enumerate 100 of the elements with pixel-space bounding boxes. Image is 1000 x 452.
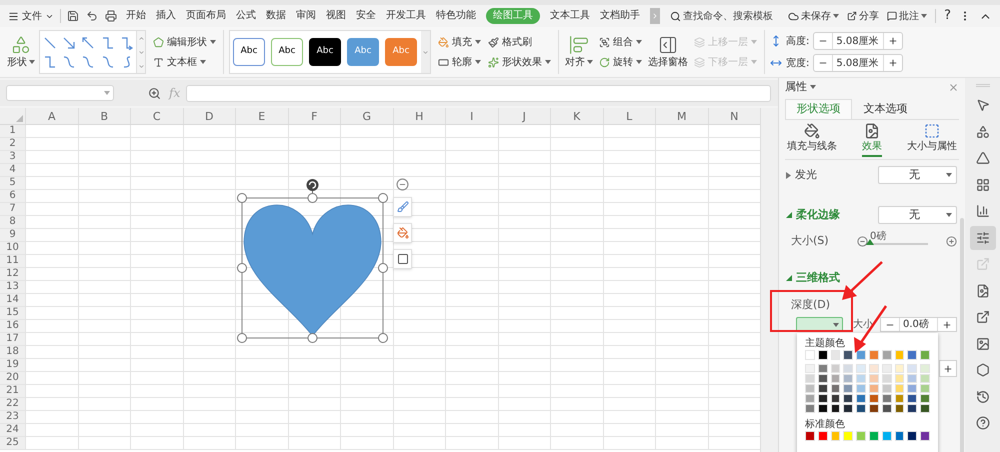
row-header[interactable]: 4 xyxy=(0,164,25,176)
color-swatch[interactable] xyxy=(818,394,828,403)
zoom-icon[interactable] xyxy=(148,86,161,100)
panel-subtab[interactable]: 填充与线条 xyxy=(787,123,837,157)
formula-field[interactable] xyxy=(186,84,772,102)
color-swatch[interactable] xyxy=(868,394,879,403)
dropdown[interactable]: 无 xyxy=(878,166,957,184)
connector-line-icon[interactable] xyxy=(100,54,115,68)
color-swatch[interactable] xyxy=(882,394,892,403)
color-swatch[interactable] xyxy=(882,404,892,413)
color-swatch[interactable] xyxy=(920,431,930,441)
menu-tab[interactable]: 绘图工具 xyxy=(486,8,540,24)
row-header[interactable]: 8 xyxy=(0,216,25,228)
triangle-icon[interactable] xyxy=(976,151,990,165)
shape-style-swatch[interactable]: Abc xyxy=(385,38,417,66)
resize-handle[interactable] xyxy=(308,333,318,343)
color-swatch[interactable] xyxy=(805,394,815,403)
format-painter-button[interactable]: 格式刷 xyxy=(486,34,553,50)
row-header[interactable]: 14 xyxy=(0,294,25,306)
menu-tab[interactable]: 审阅 xyxy=(296,8,316,24)
color-swatch[interactable] xyxy=(882,350,892,360)
color-swatch[interactable] xyxy=(920,394,930,403)
row-header[interactable]: 20 xyxy=(0,372,25,384)
resize-handle[interactable] xyxy=(237,263,247,273)
connector-gallery[interactable] xyxy=(39,30,146,74)
color-swatch[interactable] xyxy=(805,364,815,373)
panel-tab[interactable]: 文本选项 xyxy=(852,99,919,119)
color-swatch[interactable] xyxy=(856,431,866,441)
color-swatch[interactable] xyxy=(830,374,840,383)
comment-button[interactable]: 批注 xyxy=(887,8,928,24)
color-swatch[interactable] xyxy=(868,404,879,413)
column-header[interactable]: J xyxy=(498,108,550,124)
grid-icon[interactable] xyxy=(976,178,990,192)
color-swatch[interactable] xyxy=(818,350,828,360)
column-header[interactable]: A xyxy=(25,108,78,124)
color-swatch[interactable] xyxy=(868,384,879,393)
column-header[interactable]: F xyxy=(288,108,340,124)
size-value[interactable]: 5.08厘米 xyxy=(832,55,884,71)
section-title[interactable]: 发光 xyxy=(795,166,817,184)
section-title[interactable]: 三维格式 xyxy=(796,270,840,286)
color-swatch[interactable] xyxy=(805,350,815,360)
connector-line-icon[interactable] xyxy=(62,54,76,68)
plus-icon[interactable] xyxy=(942,320,952,330)
color-swatch[interactable] xyxy=(843,374,854,383)
image-file-icon[interactable] xyxy=(976,284,990,298)
color-swatch[interactable] xyxy=(843,431,854,441)
menu-tab[interactable]: 开始 xyxy=(126,8,146,24)
resize-handle[interactable] xyxy=(237,333,247,343)
row-header[interactable]: 25 xyxy=(0,437,25,449)
row-header[interactable]: 1 xyxy=(0,125,25,137)
color-swatch[interactable] xyxy=(843,384,854,393)
row-header[interactable]: 15 xyxy=(0,307,25,319)
column-header[interactable]: D xyxy=(182,108,235,124)
row-header[interactable]: 17 xyxy=(0,333,25,345)
expanded-triangle-icon[interactable] xyxy=(786,212,792,218)
row-header[interactable]: 18 xyxy=(0,346,25,358)
column-header[interactable]: K xyxy=(550,108,602,124)
color-swatch[interactable] xyxy=(868,431,879,441)
menu-tab[interactable]: 公式 xyxy=(236,8,256,24)
help-icon[interactable] xyxy=(976,416,990,430)
expanded-triangle-icon[interactable] xyxy=(786,274,792,281)
row-header[interactable]: 5 xyxy=(0,177,25,189)
plus-button[interactable] xyxy=(939,360,957,377)
row-header[interactable]: 10 xyxy=(0,242,25,254)
save-status-button[interactable]: 未保存 xyxy=(788,8,840,24)
shape-effects-button[interactable]: 形状效果 xyxy=(486,54,553,70)
color-swatch[interactable] xyxy=(894,364,904,373)
connector-line-icon[interactable] xyxy=(81,36,96,50)
brush-button[interactable] xyxy=(393,197,412,217)
hexagon-icon[interactable] xyxy=(976,363,990,377)
color-swatch[interactable] xyxy=(843,364,854,373)
menu-tab[interactable]: 开发工具 xyxy=(386,8,426,24)
color-swatch[interactable] xyxy=(818,404,828,413)
color-swatch[interactable] xyxy=(894,374,904,383)
column-header[interactable]: G xyxy=(340,108,392,124)
color-swatch[interactable] xyxy=(868,350,879,360)
color-swatch[interactable] xyxy=(907,384,918,393)
color-swatch[interactable] xyxy=(868,374,879,383)
row-header[interactable]: 2 xyxy=(0,138,25,150)
color-swatch[interactable] xyxy=(920,384,930,393)
color-swatch[interactable] xyxy=(907,364,918,373)
column-header[interactable]: E xyxy=(235,108,288,124)
row-header[interactable]: 22 xyxy=(0,398,25,410)
shape-button[interactable]: 形状 xyxy=(6,34,36,70)
shape-style-swatch[interactable]: Abc xyxy=(347,38,379,66)
shape-style-swatch[interactable]: Abc xyxy=(271,38,303,66)
color-swatch[interactable] xyxy=(805,374,815,383)
slider-thumb[interactable] xyxy=(866,239,874,246)
share-button[interactable]: 分享 xyxy=(847,8,880,24)
column-header[interactable]: C xyxy=(130,108,182,124)
text-box-button[interactable]: 文本框 xyxy=(151,54,218,70)
connector-line-icon[interactable] xyxy=(43,54,57,68)
color-swatch[interactable] xyxy=(882,384,892,393)
minus-icon[interactable] xyxy=(857,236,868,247)
row-header[interactable]: 9 xyxy=(0,229,25,241)
close-icon[interactable] xyxy=(948,82,959,92)
connector-line-icon[interactable] xyxy=(120,36,134,50)
row-header[interactable]: 19 xyxy=(0,359,25,371)
menu-tab[interactable]: 页面布局 xyxy=(186,8,226,24)
color-swatch[interactable] xyxy=(830,350,840,360)
